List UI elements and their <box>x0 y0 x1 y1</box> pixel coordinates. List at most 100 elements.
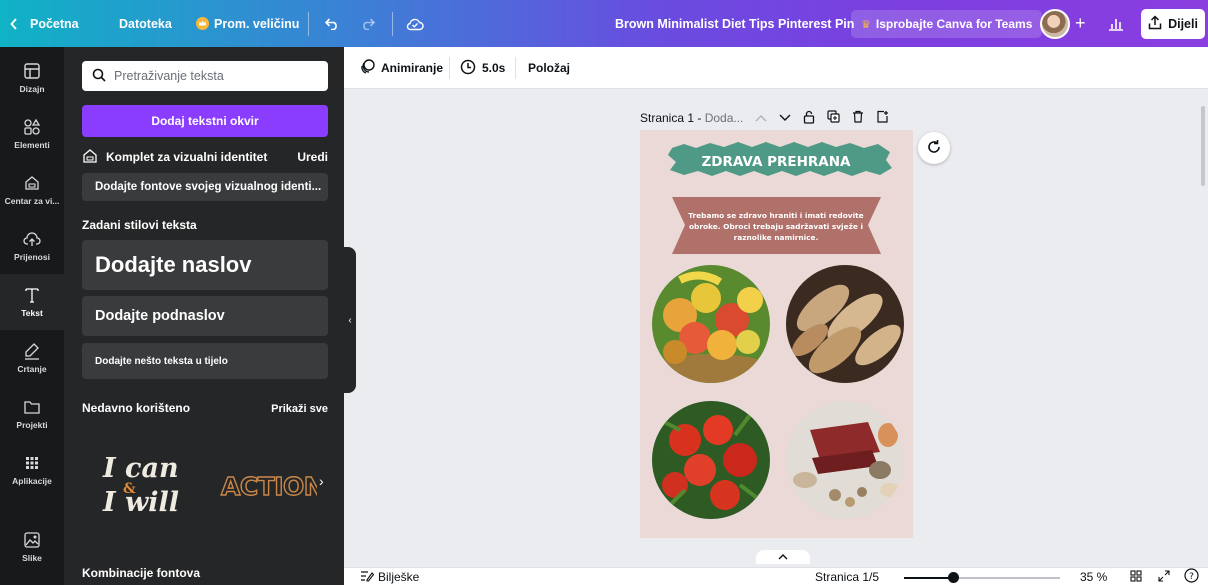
position-button[interactable]: Položaj <box>528 47 570 89</box>
show-pages-button[interactable] <box>756 550 810 564</box>
undo-button[interactable] <box>325 0 340 47</box>
add-subheading-button[interactable]: Dodajte podnaslov <box>82 296 328 336</box>
rail-label: Projekti <box>16 420 48 430</box>
clock-icon <box>460 59 476 78</box>
animate-icon <box>360 59 375 77</box>
add-heading-button[interactable]: Dodajte naslov <box>82 240 328 290</box>
trash-icon[interactable] <box>852 110 864 126</box>
rail-item-uploads[interactable]: Prijenosi <box>0 218 64 274</box>
chevron-right-icon[interactable]: › <box>319 473 324 489</box>
photo-fruit-basket <box>652 265 770 383</box>
page-count[interactable]: Stranica 1/5 <box>815 568 879 585</box>
rail-item-brand[interactable]: Centar za vi... <box>0 162 64 218</box>
rail-label: Aplikacije <box>12 476 52 486</box>
recent-font-i-can-i-will[interactable]: I can & I will <box>97 447 197 518</box>
design-page[interactable]: ZDRAVA PREHRANA Trebamo se zdravo hranit… <box>640 130 913 538</box>
vertical-scrollbar[interactable] <box>1198 96 1208 566</box>
lock-icon[interactable] <box>803 110 815 127</box>
search-input[interactable] <box>114 69 314 83</box>
redo-icon <box>360 17 375 30</box>
photo-meat-and-eggs <box>786 401 904 519</box>
recent-text-line: I can <box>102 453 179 484</box>
rail-label: Centar za vi... <box>4 196 60 206</box>
redo-button[interactable] <box>360 0 375 47</box>
divider <box>392 12 393 36</box>
recent-font-action[interactable]: ACTION <box>217 465 325 505</box>
animate-button[interactable]: Animiranje <box>360 47 443 89</box>
fullscreen-button[interactable] <box>1158 568 1170 585</box>
page-up-icon[interactable] <box>755 111 767 125</box>
add-body-text-button[interactable]: Dodajte nešto teksta u tijelo <box>82 343 328 379</box>
document-title[interactable]: Brown Minimalist Diet Tips Pinterest Pin <box>615 0 854 47</box>
photo-tomatoes <box>652 401 770 519</box>
document-title-label: Brown Minimalist Diet Tips Pinterest Pin <box>615 16 855 31</box>
add-page-icon[interactable] <box>876 110 889 126</box>
grid-view-button[interactable] <box>1130 568 1142 585</box>
left-rail: Dizajn Elementi Centar za vi... Prijenos… <box>0 47 64 585</box>
resize-button[interactable]: Prom. veličinu <box>196 0 299 47</box>
font-combos-heading: Kombinacije fontova <box>82 566 201 580</box>
add-subheading-label: Dodajte podnaslov <box>95 308 225 324</box>
file-menu[interactable]: Datoteka <box>119 0 172 47</box>
insights-button[interactable] <box>1108 0 1124 47</box>
try-teams-button[interactable]: ♛ Isprobajte Canva for Teams <box>851 10 1043 38</box>
top-bar: Početna Datoteka Prom. veličinu Brown Mi… <box>0 0 1208 47</box>
brand-kit-edit-link[interactable]: Uredi <box>297 150 328 164</box>
duration-label: 5.0s <box>482 61 506 75</box>
default-styles-heading: Zadani stilovi teksta <box>82 218 197 232</box>
animate-label: Animiranje <box>381 61 444 75</box>
help-button[interactable]: ? <box>1184 568 1199 585</box>
add-heading-label: Dodajte naslov <box>95 252 252 277</box>
notes-button[interactable]: Bilješke <box>360 568 419 585</box>
chevron-up-icon <box>778 554 788 560</box>
brand-kit-label: Komplet za vizualni identitet <box>106 150 268 164</box>
rail-item-photos[interactable]: Slike <box>0 519 64 575</box>
share-button[interactable]: Dijeli <box>1141 9 1205 39</box>
divider <box>308 12 309 36</box>
notes-label: Bilješke <box>378 570 420 584</box>
rail-label: Slike <box>22 553 42 563</box>
zoom-level[interactable]: 35 % <box>1080 568 1107 585</box>
folder-icon <box>24 401 40 414</box>
home-label: Početna <box>30 16 79 31</box>
share-icon <box>1148 15 1162 33</box>
share-label: Dijeli <box>1168 17 1198 31</box>
divider <box>515 57 516 79</box>
rail-label: Prijenosi <box>14 252 50 262</box>
rail-item-apps[interactable]: Aplikacije <box>0 442 64 498</box>
shapes-icon <box>24 118 41 135</box>
design-body-line-3: raznolike namirnice. <box>734 233 819 242</box>
brand-kit-icon <box>25 176 39 190</box>
layout-icon <box>24 63 40 79</box>
resize-label: Prom. veličinu <box>214 16 300 31</box>
add-textbox-button[interactable]: Dodaj tekstni okvir <box>82 105 328 137</box>
bar-chart-icon <box>1108 17 1124 31</box>
save-status-button[interactable] <box>406 0 424 47</box>
see-all-link[interactable]: Prikaži sve <box>271 403 328 415</box>
page-title[interactable]: Stranica 1 - Doda... <box>640 111 743 125</box>
position-label: Položaj <box>528 61 571 75</box>
zoom-slider-thumb[interactable] <box>948 572 959 583</box>
chevron-left-icon: ‹ <box>348 314 352 326</box>
horizontal-scrollbar[interactable] <box>356 550 1196 564</box>
avatar[interactable] <box>1040 9 1070 39</box>
editor-toolbar: Animiranje 5.0s Položaj <box>344 47 1208 89</box>
recent-text-action: ACTION <box>221 472 317 501</box>
home-button[interactable]: Početna <box>10 0 79 47</box>
refresh-design-button[interactable] <box>918 132 950 164</box>
collapse-panel-button[interactable]: ‹ <box>344 247 356 393</box>
duration-button[interactable]: 5.0s <box>460 47 505 89</box>
add-brand-fonts-button[interactable]: Dodajte fontove svojeg vizualnog identi.… <box>82 173 328 201</box>
rail-item-elements[interactable]: Elementi <box>0 106 64 162</box>
add-collaborator-button[interactable]: + <box>1075 0 1086 47</box>
apps-grid-icon <box>26 457 38 469</box>
page-down-icon[interactable] <box>779 111 791 125</box>
help-icon: ? <box>1184 568 1199 585</box>
rail-item-text[interactable]: Tekst <box>0 274 64 330</box>
search-box[interactable] <box>82 61 328 91</box>
scrollbar-thumb[interactable] <box>1201 106 1205 186</box>
rail-item-design[interactable]: Dizajn <box>0 50 64 106</box>
rail-item-projects[interactable]: Projekti <box>0 386 64 442</box>
rail-item-draw[interactable]: Crtanje <box>0 330 64 386</box>
duplicate-page-icon[interactable] <box>827 110 841 126</box>
